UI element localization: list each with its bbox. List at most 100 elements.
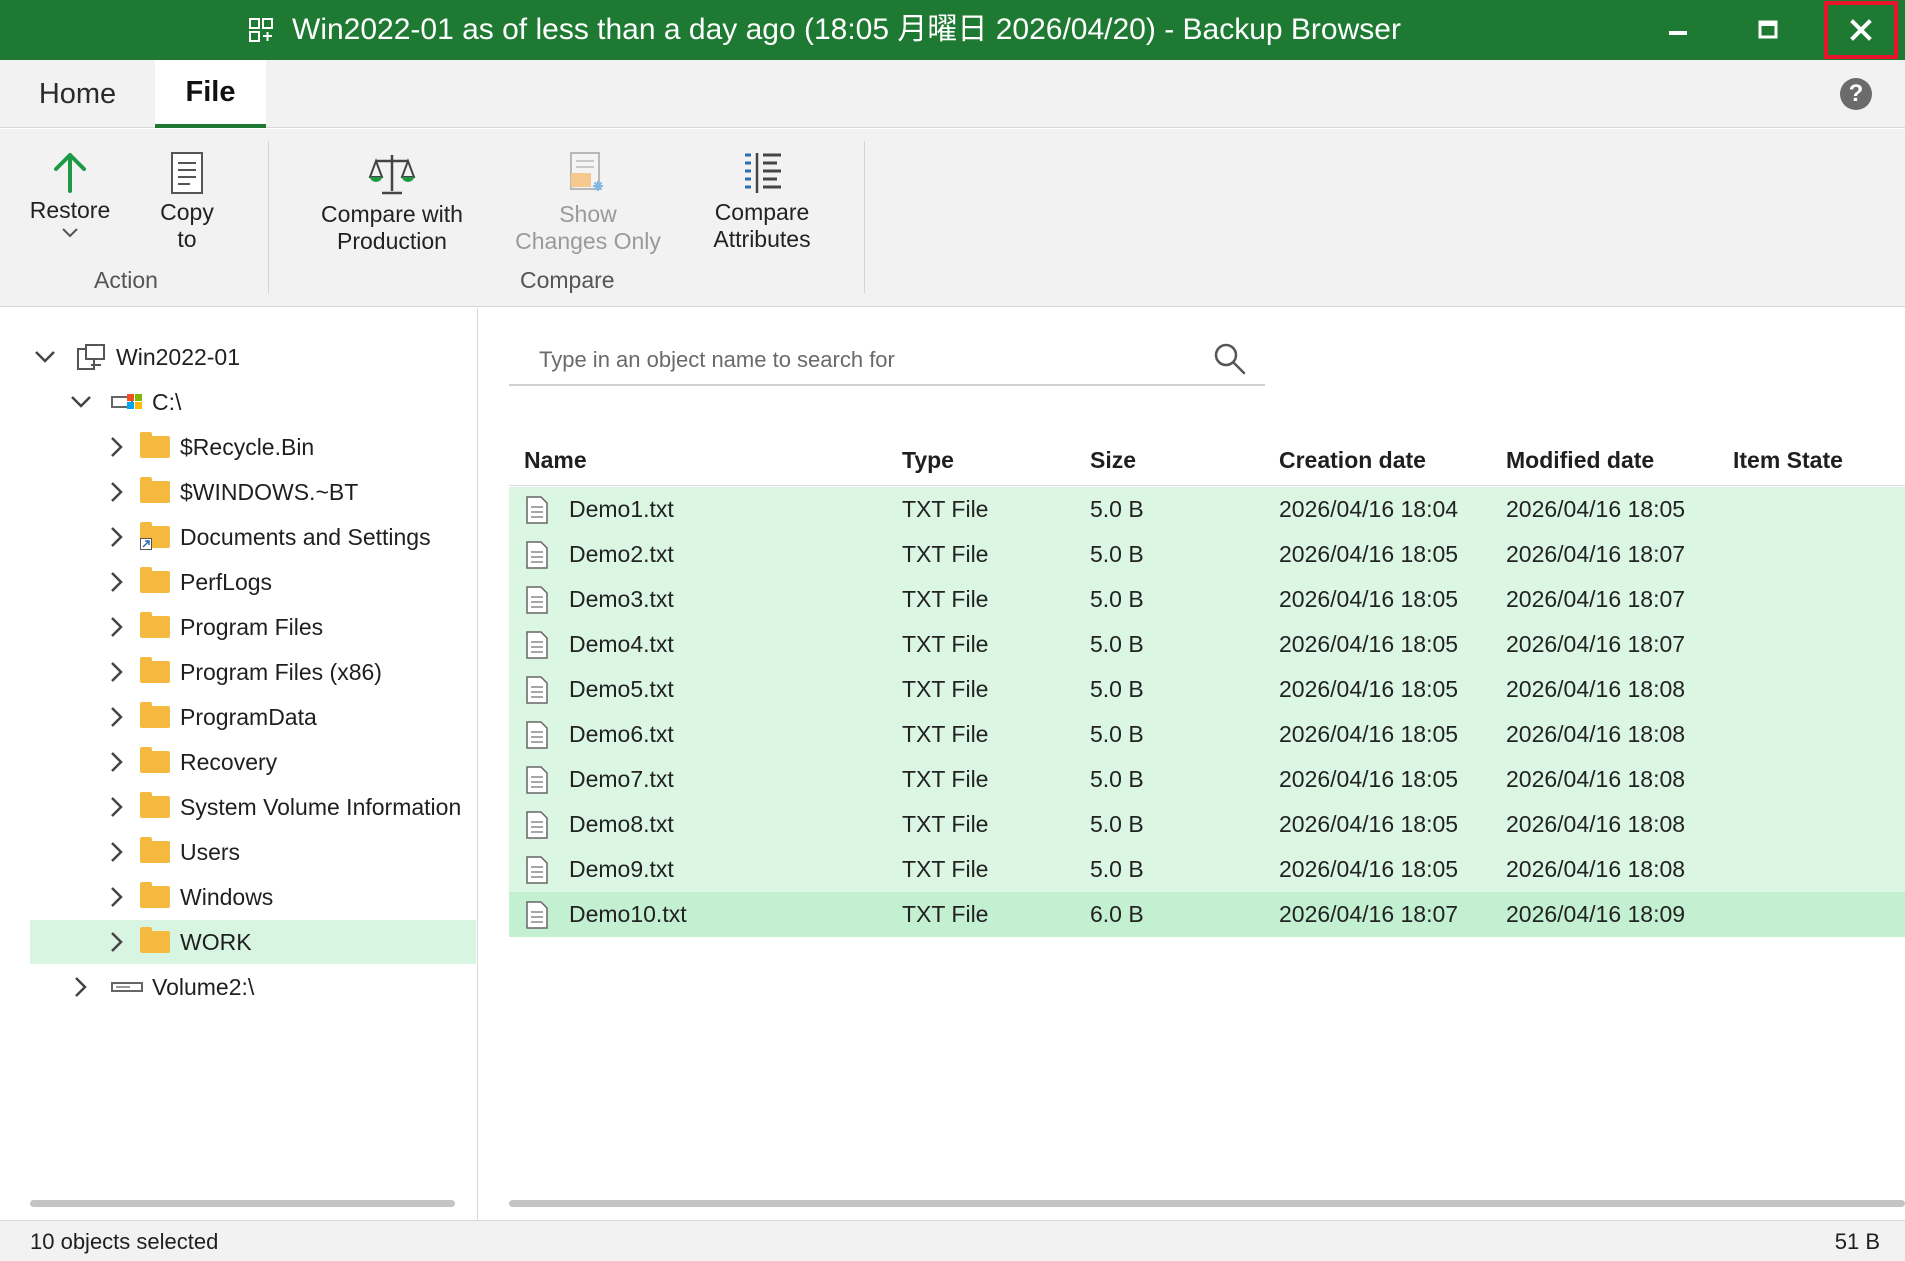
compare-with-production-button[interactable]: Compare with Production [312, 151, 472, 255]
text-file-icon [526, 901, 548, 929]
tree-label: Windows [180, 883, 274, 910]
cell-type: TXT File [902, 586, 989, 612]
cell-name: Demo4.txt [569, 631, 674, 657]
close-button[interactable] [1824, 1, 1898, 59]
chevron-right-icon[interactable] [102, 792, 132, 822]
help-button[interactable]: ? [1840, 78, 1872, 110]
column-header-type[interactable]: Type [902, 434, 954, 486]
cell-size: 5.0 B [1090, 811, 1144, 837]
pane-splitter[interactable] [477, 308, 478, 1220]
tree-node-folder[interactable]: $Recycle.Bin [30, 425, 476, 469]
search-box [509, 336, 1265, 386]
search-input[interactable] [509, 336, 1209, 384]
cell-name: Demo3.txt [569, 586, 674, 612]
cell-modified: 2026/04/16 18:08 [1506, 676, 1686, 702]
table-row[interactable]: Demo1.txt TXT File 5.0 B 2026/04/16 18:0… [509, 487, 1905, 532]
chevron-right-icon[interactable] [102, 702, 132, 732]
tree-node-drive-c[interactable]: C:\ [30, 380, 476, 424]
table-row[interactable]: Demo3.txt TXT File 5.0 B 2026/04/16 18:0… [509, 577, 1905, 622]
folder-icon [138, 702, 172, 732]
compare-attributes-label-2: Attributes [713, 226, 811, 252]
tree-node-folder[interactable]: Users [30, 830, 476, 874]
help-icon: ? [1848, 80, 1864, 107]
tree-node-folder[interactable]: Recovery [30, 740, 476, 784]
cell-size: 6.0 B [1090, 901, 1144, 927]
tree-node-folder[interactable]: Windows [30, 875, 476, 919]
chevron-right-icon[interactable] [102, 567, 132, 597]
search-icon[interactable] [1213, 342, 1247, 376]
chevron-right-icon[interactable] [102, 657, 132, 687]
column-header-item-state[interactable]: Item State [1733, 434, 1843, 486]
tree-node-volume2[interactable]: Volume2:\ [30, 965, 476, 1009]
show-changes-only-label-1: Show [559, 201, 617, 227]
cell-type: TXT File [902, 766, 989, 792]
selection-total-size: 51 B [1834, 1229, 1880, 1254]
cell-size: 5.0 B [1090, 586, 1144, 612]
folder-shortcut-icon [138, 522, 172, 552]
table-row[interactable]: Demo6.txt TXT File 5.0 B 2026/04/16 18:0… [509, 712, 1905, 757]
chevron-down-icon[interactable] [30, 342, 60, 372]
column-header-size[interactable]: Size [1090, 434, 1136, 486]
document-icon [171, 152, 203, 194]
table-row[interactable]: Demo8.txt TXT File 5.0 B 2026/04/16 18:0… [509, 802, 1905, 847]
chevron-right-icon[interactable] [102, 612, 132, 642]
chevron-down-icon[interactable] [66, 387, 96, 417]
table-row[interactable]: Demo7.txt TXT File 5.0 B 2026/04/16 18:0… [509, 757, 1905, 802]
cell-created: 2026/04/16 18:05 [1279, 631, 1459, 657]
cell-created: 2026/04/16 18:05 [1279, 811, 1459, 837]
chevron-right-icon[interactable] [66, 972, 96, 1002]
tree-label-root: Win2022-01 [116, 343, 241, 370]
folder-icon [138, 567, 172, 597]
maximize-button[interactable] [1728, 0, 1808, 60]
chevron-right-icon[interactable] [102, 747, 132, 777]
table-horizontal-scrollbar[interactable] [509, 1200, 1905, 1207]
tab-home[interactable]: Home [0, 60, 155, 128]
tree-node-folder[interactable]: PerfLogs [30, 560, 476, 604]
tree-node-folder-selected[interactable]: WORK [30, 920, 476, 964]
tree-node-folder[interactable]: ProgramData [30, 695, 476, 739]
cell-type: TXT File [902, 811, 989, 837]
chevron-right-icon[interactable] [102, 477, 132, 507]
table-row[interactable]: Demo5.txt TXT File 5.0 B 2026/04/16 18:0… [509, 667, 1905, 712]
computer-icon [74, 342, 108, 372]
tab-file[interactable]: File [155, 60, 266, 128]
tree-node-folder[interactable]: Program Files (x86) [30, 650, 476, 694]
cell-created: 2026/04/16 18:05 [1279, 586, 1459, 612]
tree-node-root[interactable]: Win2022-01 [30, 335, 476, 379]
compare-attributes-button[interactable]: Compare Attributes [704, 151, 820, 253]
minimize-button[interactable] [1638, 0, 1718, 60]
column-header-name[interactable]: Name [524, 434, 587, 486]
table-row[interactable]: Demo4.txt TXT File 5.0 B 2026/04/16 18:0… [509, 622, 1905, 667]
table-row-focused[interactable]: Demo10.txt TXT File 6.0 B 2026/04/16 18:… [509, 892, 1905, 937]
selection-count: 10 objects selected [30, 1229, 219, 1254]
table-row[interactable]: Demo2.txt TXT File 5.0 B 2026/04/16 18:0… [509, 532, 1905, 577]
tree-label: $WINDOWS.~BT [180, 478, 359, 505]
ribbon-separator [268, 141, 269, 293]
cell-name: Demo1.txt [569, 496, 674, 522]
title-bar[interactable]: Win2022-01 as of less than a day ago (18… [0, 0, 1905, 60]
copy-to-button[interactable]: Copy to [148, 151, 226, 253]
folder-tree: Win2022-01 C:\ $Recycle.Bin $WINDOWS.~BT… [0, 308, 477, 1220]
chevron-right-icon[interactable] [102, 432, 132, 462]
changes-icon [570, 152, 603, 191]
column-header-modified-date[interactable]: Modified date [1506, 434, 1654, 486]
backup-browser-icon [249, 18, 273, 42]
column-header-creation-date[interactable]: Creation date [1279, 434, 1426, 486]
ribbon: Restore Copy to Action Compare with Prod… [0, 129, 1905, 307]
compare-with-production-label-1: Compare with [321, 201, 463, 227]
tree-node-folder[interactable]: Documents and Settings [30, 515, 476, 559]
show-changes-only-button[interactable]: Show Changes Only [512, 151, 664, 255]
chevron-right-icon[interactable] [102, 927, 132, 957]
tree-node-folder[interactable]: Program Files [30, 605, 476, 649]
cell-type: TXT File [902, 721, 989, 747]
cell-type: TXT File [902, 901, 989, 927]
cell-created: 2026/04/16 18:07 [1279, 901, 1459, 927]
table-row[interactable]: Demo9.txt TXT File 5.0 B 2026/04/16 18:0… [509, 847, 1905, 892]
chevron-right-icon[interactable] [102, 522, 132, 552]
chevron-right-icon[interactable] [102, 882, 132, 912]
tree-node-folder[interactable]: $WINDOWS.~BT [30, 470, 476, 514]
chevron-right-icon[interactable] [102, 837, 132, 867]
tree-horizontal-scrollbar[interactable] [30, 1200, 455, 1207]
tree-node-folder[interactable]: System Volume Information [30, 785, 476, 829]
restore-button[interactable]: Restore [28, 151, 112, 244]
